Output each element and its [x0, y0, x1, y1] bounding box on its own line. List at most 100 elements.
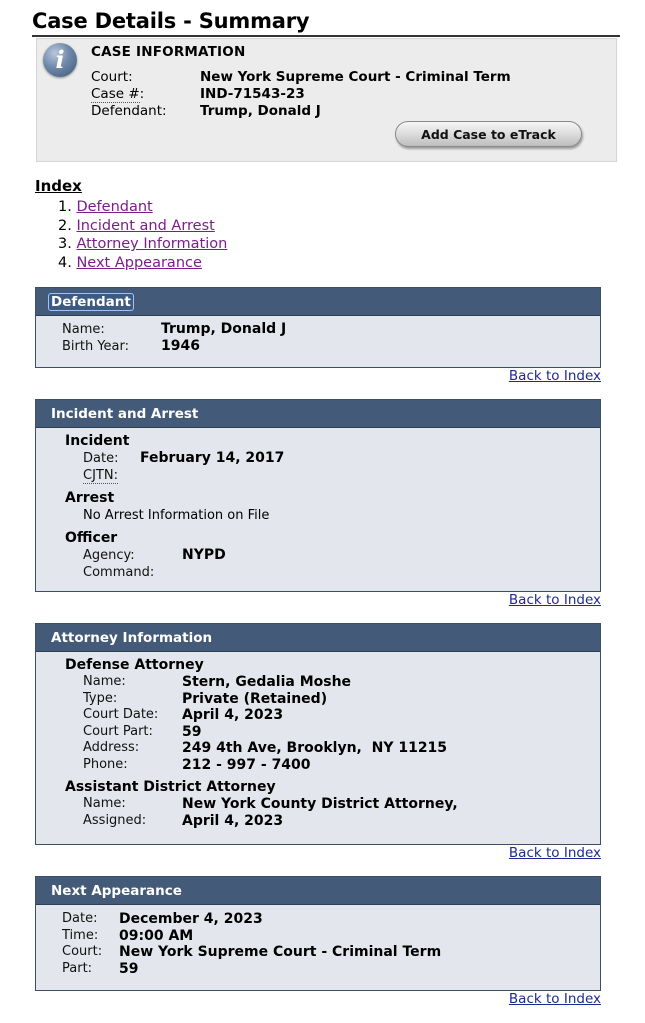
label-colon: : — [139, 86, 145, 102]
index-item: 4. Next Appearance — [58, 254, 227, 273]
court-part-value: 59 — [182, 723, 202, 740]
appearance-row: Part: 59 — [62, 961, 600, 978]
back-to-index-link[interactable]: Back to Index — [509, 991, 601, 1007]
page-title: Case Details - Summary — [32, 8, 620, 37]
case-information-panel: i CASE INFORMATION Court: New York Supre… — [36, 38, 617, 162]
incident-and-arrest-section: Incident and Arrest Incident Date: Febru… — [35, 399, 601, 592]
case-row-case-number: Case #: IND-71543-23 — [91, 86, 511, 103]
appearance-court-value: New York Supreme Court - Criminal Term — [119, 944, 442, 960]
date-label: Date: — [83, 451, 119, 466]
back-to-index-link[interactable]: Back to Index — [509, 368, 601, 384]
defendant-label: Defendant: — [91, 103, 167, 119]
appearance-date-value: December 4, 2023 — [119, 911, 263, 927]
case-number-label: Case # — [91, 86, 140, 103]
appearance-time-value: 09:00 AM — [119, 927, 194, 944]
next-appearance-section-title: Next Appearance — [51, 883, 182, 899]
ada-heading: Assistant District Attorney — [65, 779, 276, 795]
defendant-name-row: Name: Trump, Donald J — [62, 321, 600, 338]
case-row-defendant: Defendant: Trump, Donald J — [91, 103, 511, 120]
defense-row: Address: 249 4th Ave, Brooklyn, NY 11215 — [65, 740, 600, 757]
label-colon: : — [113, 468, 118, 483]
defense-name-label: Name: — [83, 674, 126, 689]
name-value: Trump, Donald J — [161, 321, 287, 337]
birth-year-value: 1946 — [161, 338, 200, 354]
defendant-birth-year-row: Birth Year: 1946 — [62, 338, 600, 355]
appearance-row: Time: 09:00 AM — [62, 928, 600, 945]
index-link-defendant[interactable]: Defendant — [76, 199, 152, 215]
case-number-value: IND-71543-23 — [200, 86, 305, 102]
back-to-index-link[interactable]: Back to Index — [509, 845, 601, 861]
defendant-section-header: Defendant — [36, 288, 600, 316]
cjtn-label: CJTN: — [83, 467, 118, 484]
index-number: 2. — [58, 217, 72, 234]
ada-name-label: Name: — [83, 796, 126, 811]
incident-section-title: Incident and Arrest — [51, 406, 199, 422]
birth-year-label: Birth Year: — [62, 339, 130, 354]
info-icon: i — [43, 43, 77, 77]
appearance-time-label: Time: — [62, 927, 99, 943]
index-number: 3. — [58, 236, 72, 252]
arrest-text: No Arrest Information on File — [83, 508, 270, 523]
ada-name-value: New York County District Attorney, — [182, 796, 458, 812]
cjtn-abbr: CJTN — [83, 468, 114, 483]
agency-value: NYPD — [182, 547, 226, 563]
court-label: Court: — [91, 69, 133, 85]
back-to-index-link[interactable]: Back to Index — [509, 592, 601, 608]
ada-row: Name: New York County District Attorney, — [65, 796, 600, 813]
defendant-value: Trump, Donald J — [200, 103, 321, 119]
appearance-court-label: Court: — [62, 944, 103, 959]
court-date-value: April 4, 2023 — [182, 707, 284, 723]
next-appearance-section: Next Appearance Date: December 4, 2023 Ti… — [35, 876, 601, 991]
index-number: 4. — [58, 254, 72, 271]
index-item: 2. Incident and Arrest — [58, 217, 227, 236]
index-link-next-appearance[interactable]: Next Appearance — [76, 255, 201, 271]
defense-name-value: Stern, Gedalia Moshe — [182, 674, 352, 690]
attorney-information-section: Attorney Information Defense Attorney Na… — [35, 623, 601, 845]
date-value: February 14, 2017 — [140, 450, 285, 466]
address-value: 249 4th Ave, Brooklyn, NY 11215 — [182, 740, 448, 756]
assigned-value: April 4, 2023 — [182, 812, 284, 829]
case-row-court: Court: New York Supreme Court - Criminal… — [91, 69, 511, 86]
defense-row: Name: Stern, Gedalia Moshe — [65, 674, 600, 691]
phone-value: 212 - 997 - 7400 — [182, 756, 311, 773]
defense-row: Court Date: April 4, 2023 — [65, 707, 600, 724]
case-information-heading: CASE INFORMATION — [91, 44, 246, 60]
defense-row: Court Part: 59 — [65, 724, 600, 741]
incident-date-row: Date: February 14, 2017 — [65, 450, 600, 467]
index-link-incident-and-arrest[interactable]: Incident and Arrest — [76, 218, 214, 234]
arrest-heading: Arrest — [65, 490, 115, 506]
defense-row: Type: Private (Retained) — [65, 691, 600, 708]
defendant-section-title: Defendant — [48, 293, 134, 311]
command-row: Command: — [65, 564, 600, 581]
defendant-section: Defendant Name: Trump, Donald J Birth Ye… — [35, 287, 601, 368]
phone-label: Phone: — [83, 756, 128, 772]
assigned-label: Assigned: — [83, 812, 147, 828]
appearance-part-label: Part: — [62, 960, 93, 976]
index-link-attorney-information[interactable]: Attorney Information — [76, 236, 227, 252]
attorney-section-title: Attorney Information — [51, 630, 213, 646]
ada-row: Assigned: April 4, 2023 — [65, 813, 600, 830]
agency-label: Agency: — [83, 548, 135, 563]
address-label: Address: — [83, 740, 140, 755]
index-number: 1. — [58, 199, 72, 215]
appearance-row: Date: December 4, 2023 — [62, 911, 600, 928]
index-item: 3. Attorney Information — [58, 235, 227, 254]
index-heading: Index — [35, 177, 82, 195]
command-label: Command: — [83, 565, 155, 580]
officer-heading: Officer — [65, 530, 118, 546]
court-value: New York Supreme Court - Criminal Term — [200, 69, 511, 85]
cjtn-row: CJTN: — [65, 467, 600, 484]
next-appearance-section-header: Next Appearance — [36, 877, 600, 905]
agency-row: Agency: NYPD — [65, 547, 600, 564]
appearance-row: Court: New York Supreme Court - Criminal … — [62, 944, 600, 961]
index-item: 1. Defendant — [58, 198, 227, 217]
appearance-date-label: Date: — [62, 911, 98, 926]
defense-type-label: Type: — [83, 690, 118, 706]
appearance-part-value: 59 — [119, 960, 139, 977]
incident-heading: Incident — [65, 433, 130, 449]
add-case-to-etrack-button[interactable]: Add Case to eTrack — [395, 121, 582, 147]
incident-section-header: Incident and Arrest — [36, 400, 600, 428]
court-date-label: Court Date: — [83, 707, 159, 722]
court-part-label: Court Part: — [83, 723, 153, 739]
defense-type-value: Private (Retained) — [182, 690, 328, 707]
